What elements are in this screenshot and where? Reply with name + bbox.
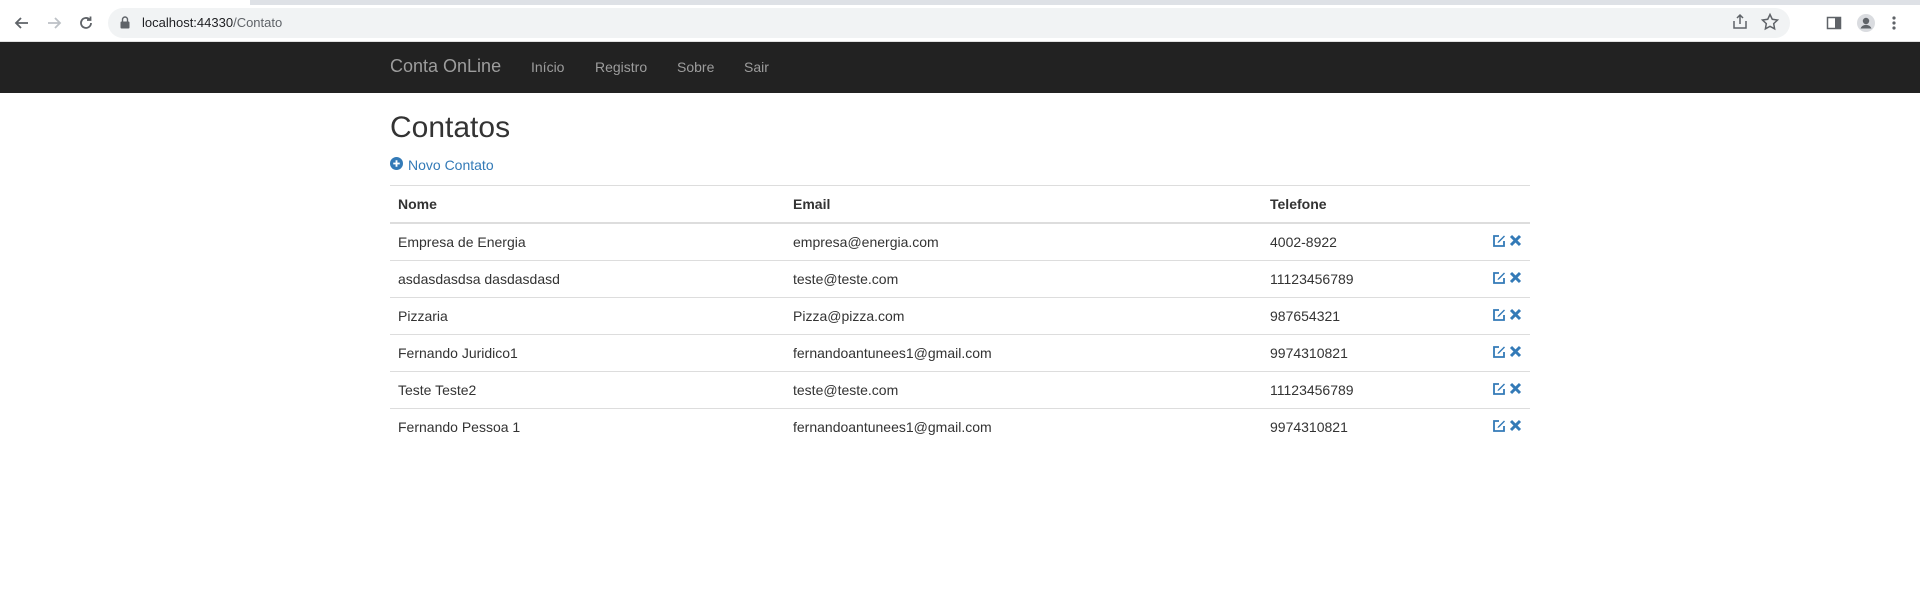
- cell-email: teste@teste.com: [785, 260, 1262, 298]
- nav-link-registro[interactable]: Registro: [595, 59, 647, 75]
- table-row: Fernando Juridico1 fernandoantunees1@gma…: [390, 334, 1530, 372]
- bookmark-star-icon[interactable]: [1760, 12, 1780, 37]
- table-row: Teste Teste2 teste@teste.com 11123456789: [390, 371, 1530, 409]
- header-actions: [1478, 185, 1530, 224]
- new-contact-link[interactable]: Novo Contato: [390, 157, 494, 173]
- browser-menu-icon[interactable]: [1882, 11, 1906, 35]
- header-nome: Nome: [390, 185, 785, 224]
- delete-icon[interactable]: [1509, 382, 1522, 398]
- url-text[interactable]: localhost:44330/Contato: [142, 15, 282, 30]
- cell-email: fernandoantunees1@gmail.com: [785, 408, 1262, 445]
- cell-telefone: 9974310821: [1262, 334, 1478, 372]
- plus-circle-icon: [390, 157, 403, 173]
- nav-link-sobre[interactable]: Sobre: [677, 59, 714, 75]
- cell-email: empresa@energia.com: [793, 234, 939, 250]
- row-actions: [1478, 408, 1530, 445]
- nav-link-inicio[interactable]: Início: [531, 59, 564, 75]
- cell-nome: Fernando Juridico1: [390, 334, 785, 372]
- delete-icon[interactable]: [1509, 234, 1522, 250]
- edit-icon[interactable]: [1492, 345, 1506, 362]
- edit-icon[interactable]: [1492, 382, 1506, 399]
- edit-icon[interactable]: [1492, 419, 1506, 436]
- url-path: /Contato: [233, 15, 283, 30]
- site-navbar: Conta OnLine Início Registro Sobre Sair: [0, 42, 1920, 93]
- page-title: Contatos: [390, 111, 511, 144]
- row-actions: [1478, 260, 1530, 298]
- cell-telefone: 987654321: [1262, 297, 1478, 335]
- header-email: Email: [785, 185, 1262, 224]
- omnibox-actions: [1730, 12, 1780, 37]
- header-telefone: Telefone: [1262, 185, 1478, 224]
- edit-icon[interactable]: [1492, 271, 1506, 288]
- contacts-table: Nome Email Telefone Empresa de Energia e…: [390, 185, 1530, 445]
- reload-icon[interactable]: [74, 11, 98, 35]
- profile-avatar-icon[interactable]: [1854, 11, 1878, 35]
- row-actions: [1478, 297, 1530, 335]
- cell-telefone: 9974310821: [1262, 408, 1478, 445]
- delete-icon[interactable]: [1509, 345, 1522, 361]
- side-panel-icon[interactable]: [1822, 11, 1846, 35]
- cell-telefone: 4002-8922: [1270, 234, 1337, 250]
- url-host: localhost:44330: [142, 15, 234, 30]
- back-icon[interactable]: [10, 11, 34, 35]
- navbar-brand[interactable]: Conta OnLine: [390, 56, 501, 77]
- row-actions: [1478, 334, 1530, 372]
- cell-email: Pizza@pizza.com: [785, 297, 1262, 335]
- table-row: asdasdasdsa dasdasdasd teste@teste.com 1…: [390, 260, 1530, 298]
- nav-link-sair[interactable]: Sair: [744, 59, 769, 75]
- cell-email: teste@teste.com: [785, 371, 1262, 409]
- table-row: Empresa de Energia empresa@energia.com 4…: [390, 223, 1530, 261]
- row-actions: [1478, 223, 1530, 261]
- edit-icon[interactable]: [1492, 308, 1506, 325]
- browser-toolbar: localhost:44330/Contato: [0, 5, 1920, 42]
- cell-nome: Teste Teste2: [390, 371, 785, 409]
- lock-icon[interactable]: [120, 16, 130, 34]
- cell-telefone: 11123456789: [1262, 371, 1478, 409]
- new-contact-label: Novo Contato: [408, 157, 494, 173]
- delete-icon[interactable]: [1509, 271, 1522, 287]
- cell-telefone: 11123456789: [1262, 260, 1478, 298]
- share-icon[interactable]: [1730, 12, 1750, 37]
- table-header-row: Nome Email Telefone: [390, 185, 1530, 224]
- edit-icon[interactable]: [1492, 234, 1506, 251]
- cell-nome: Empresa de Energia: [398, 234, 526, 250]
- address-bar[interactable]: localhost:44330/Contato: [108, 8, 1790, 38]
- delete-icon[interactable]: [1509, 308, 1522, 324]
- forward-icon[interactable]: [42, 11, 66, 35]
- table-row: Pizzaria Pizza@pizza.com 987654321: [390, 297, 1530, 335]
- row-actions: [1478, 371, 1530, 409]
- cell-email: fernandoantunees1@gmail.com: [785, 334, 1262, 372]
- cell-nome: Fernando Pessoa 1: [390, 408, 785, 445]
- table-row: Fernando Pessoa 1 fernandoantunees1@gmai…: [390, 408, 1530, 445]
- cell-nome: Pizzaria: [390, 297, 785, 335]
- delete-icon[interactable]: [1509, 419, 1522, 435]
- cell-nome: asdasdasdsa dasdasdasd: [390, 260, 785, 298]
